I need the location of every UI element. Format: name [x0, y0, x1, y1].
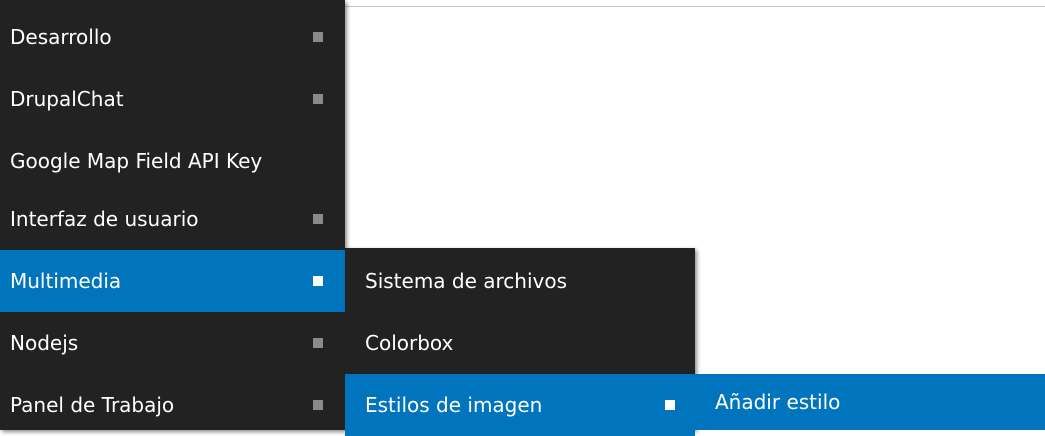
menu-item-desarrollo[interactable]: Desarrollo	[0, 6, 345, 68]
admin-menu-level-3: Añadir estilo	[695, 374, 1045, 430]
menu-item-label: Panel de Trabajo	[10, 393, 175, 417]
menu-item-label: Multimedia	[10, 269, 122, 293]
menu-item-label: Google Map Field API Key	[10, 149, 263, 173]
submenu-indicator-icon	[313, 276, 323, 286]
admin-menu-level-2: Sistema de archivos Colorbox Estilos de …	[345, 248, 695, 436]
menu-item-nodejs[interactable]: Nodejs	[0, 312, 345, 374]
menu-item-label: DrupalChat	[10, 87, 124, 111]
page-top-border	[345, 6, 1045, 7]
menu-item-drupalchat[interactable]: DrupalChat	[0, 68, 345, 130]
menu-item-panel-de-trabajo[interactable]: Panel de Trabajo	[0, 374, 345, 436]
menu-item-label: Añadir estilo	[715, 390, 841, 414]
menu-item-anadir-estilo[interactable]: Añadir estilo	[695, 374, 1045, 430]
submenu-indicator-icon	[313, 214, 323, 224]
menu-item-sistema-de-archivos[interactable]: Sistema de archivos	[345, 250, 695, 312]
menu-item-label: Interfaz de usuario	[10, 207, 199, 231]
menu-item-multimedia[interactable]: Multimedia	[0, 250, 345, 312]
menu-item-label: Sistema de archivos	[365, 269, 568, 293]
menu-item-label: Estilos de imagen	[365, 393, 543, 417]
menu-item-label: Nodejs	[10, 331, 79, 355]
menu-item-google-map-field-api-key[interactable]: Google Map Field API Key	[0, 130, 345, 192]
menu-item-colorbox[interactable]: Colorbox	[345, 312, 695, 374]
submenu-indicator-icon	[313, 400, 323, 410]
menu-item-label: Desarrollo	[10, 25, 112, 49]
submenu-indicator-icon	[313, 338, 323, 348]
menu-item-label: Colorbox	[365, 331, 454, 355]
menu-item-interfaz-de-usuario[interactable]: Interfaz de usuario	[0, 188, 345, 250]
submenu-indicator-icon	[313, 32, 323, 42]
submenu-indicator-icon	[313, 94, 323, 104]
submenu-indicator-icon	[665, 400, 675, 410]
admin-menu-level-1: Desarrollo DrupalChat Google Map Field A…	[0, 0, 345, 430]
menu-item-estilos-de-imagen[interactable]: Estilos de imagen	[345, 374, 695, 436]
